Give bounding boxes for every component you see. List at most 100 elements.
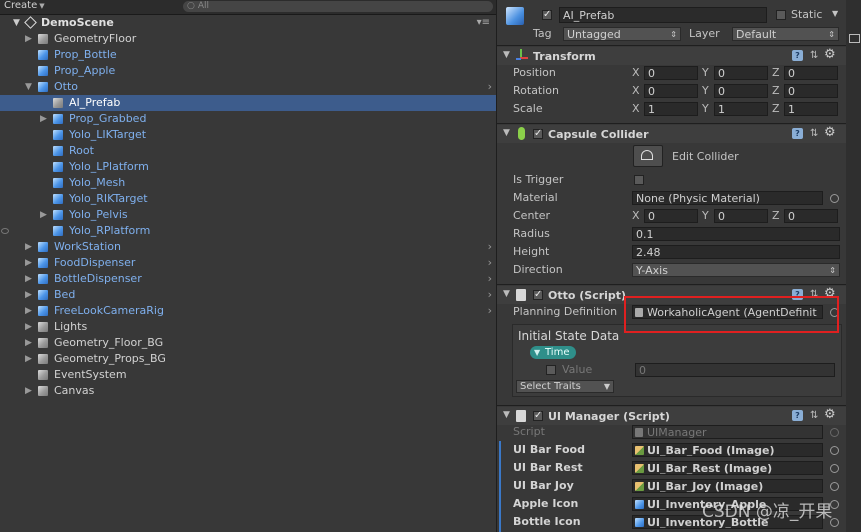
collapsed-arrow-icon[interactable]: ▶	[25, 335, 32, 351]
collapsed-arrow-icon[interactable]: ▶	[40, 111, 47, 127]
ui-object-field[interactable]: UI_Bar_Food (Image)	[632, 443, 823, 457]
gear-icon[interactable]: ⚙	[824, 48, 836, 61]
center-x-field[interactable]: 0	[644, 209, 698, 223]
tree-row[interactable]: Yolo_Mesh	[0, 175, 496, 191]
ui-manager-enabled-checkbox[interactable]: ✓	[533, 411, 543, 421]
collapsed-arrow-icon[interactable]: ▶	[40, 207, 47, 223]
panel-toggle-icon[interactable]	[849, 34, 860, 43]
fold-arrow-icon[interactable]: ▼	[503, 289, 510, 299]
tree-row[interactable]: ▶ Geometry_Floor_BG	[0, 335, 496, 351]
direction-dropdown[interactable]: Y-Axis ⇕	[632, 263, 840, 277]
fold-arrow-icon[interactable]: ▼	[503, 128, 510, 138]
collapsed-arrow-icon[interactable]: ▶	[25, 351, 32, 367]
open-prefab-chevron-icon[interactable]: ›	[488, 239, 492, 255]
expanded-arrow-icon[interactable]: ▼	[25, 79, 32, 95]
open-prefab-chevron-icon[interactable]: ›	[488, 79, 492, 95]
help-icon[interactable]: ?	[792, 128, 803, 139]
fold-arrow-icon[interactable]: ▼	[503, 410, 510, 420]
transform-header[interactable]: ▼ Transform ? ⇅ ⚙	[497, 47, 846, 65]
gear-icon[interactable]: ⚙	[824, 408, 836, 421]
scene-fold-arrow-icon[interactable]: ▼	[13, 15, 20, 31]
open-prefab-chevron-icon[interactable]: ›	[488, 271, 492, 287]
ui-object-field[interactable]: UI_Bar_Rest (Image)	[632, 461, 823, 475]
tag-dropdown[interactable]: Untagged ⇕	[563, 27, 681, 41]
is-trigger-checkbox[interactable]	[634, 175, 644, 185]
tree-row[interactable]: Yolo_RPlatform	[0, 223, 496, 239]
tree-row[interactable]: ▶ Prop_Grabbed	[0, 111, 496, 127]
radius-field[interactable]: 0.1	[632, 227, 840, 241]
position-x-field[interactable]: 0	[644, 66, 698, 80]
rotation-x-field[interactable]: 0	[644, 84, 698, 98]
planning-definition-field[interactable]: WorkaholicAgent (AgentDefinit	[632, 305, 823, 319]
visibility-eye-icon[interactable]	[1, 228, 9, 234]
collapsed-arrow-icon[interactable]: ▶	[25, 319, 32, 335]
ui-object-field[interactable]: UI_Bar_Joy (Image)	[632, 479, 823, 493]
gear-icon[interactable]: ⚙	[824, 126, 836, 139]
tree-row[interactable]: ▶ Lights	[0, 319, 496, 335]
scene-menu-icon[interactable]: ▾≡	[477, 15, 490, 31]
active-checkbox[interactable]: ✓	[542, 10, 552, 20]
help-icon[interactable]: ?	[792, 410, 803, 421]
preset-icon[interactable]: ⇅	[810, 410, 818, 421]
collapsed-arrow-icon[interactable]: ▶	[25, 287, 32, 303]
tree-row[interactable]: ▶ FreeLookCameraRig ›	[0, 303, 496, 319]
hierarchy-search-input[interactable]: ○ All	[183, 1, 493, 12]
collapsed-arrow-icon[interactable]: ▶	[25, 31, 32, 47]
object-picker-icon[interactable]	[830, 464, 839, 473]
object-picker-icon[interactable]	[830, 308, 839, 317]
preset-icon[interactable]: ⇅	[810, 128, 818, 139]
tree-row[interactable]: Prop_Apple	[0, 63, 496, 79]
help-icon[interactable]: ?	[792, 50, 803, 61]
material-field[interactable]: None (Physic Material)	[632, 191, 823, 205]
select-traits-dropdown[interactable]: Select Traits ▼	[516, 380, 614, 393]
tree-row[interactable]: AI_Prefab	[0, 95, 496, 111]
collapsed-arrow-icon[interactable]: ▶	[25, 239, 32, 255]
tree-row[interactable]: Prop_Bottle	[0, 47, 496, 63]
ui-manager-header[interactable]: ▼ ✓ UI Manager (Script) ? ⇅ ⚙	[497, 407, 846, 425]
collapsed-arrow-icon[interactable]: ▶	[25, 303, 32, 319]
open-prefab-chevron-icon[interactable]: ›	[488, 287, 492, 303]
rotation-z-field[interactable]: 0	[784, 84, 838, 98]
create-dropdown[interactable]: Create ▼	[4, 0, 45, 11]
tree-row[interactable]: ▶ BottleDispenser ›	[0, 271, 496, 287]
preset-icon[interactable]: ⇅	[810, 50, 818, 61]
gear-icon[interactable]: ⚙	[824, 287, 836, 300]
height-field[interactable]: 2.48	[632, 245, 840, 259]
static-dropdown-arrow-icon[interactable]: ▼	[832, 9, 838, 18]
tree-row[interactable]: ▶ Bed ›	[0, 287, 496, 303]
scene-root-row[interactable]: ▼ DemoScene ▾≡	[0, 15, 496, 31]
scale-x-field[interactable]: 1	[644, 102, 698, 116]
layer-dropdown[interactable]: Default ⇕	[732, 27, 839, 41]
otto-script-header[interactable]: ▼ ✓ Otto (Script) ? ⇅ ⚙	[497, 286, 846, 304]
collapsed-arrow-icon[interactable]: ▶	[25, 271, 32, 287]
position-z-field[interactable]: 0	[784, 66, 838, 80]
tree-row[interactable]: Yolo_LPlatform	[0, 159, 496, 175]
tree-row[interactable]: ▶ WorkStation ›	[0, 239, 496, 255]
preset-icon[interactable]: ⇅	[810, 289, 818, 300]
tree-row[interactable]: ▶ GeometryFloor	[0, 31, 496, 47]
capsule-enabled-checkbox[interactable]: ✓	[533, 129, 543, 139]
center-z-field[interactable]: 0	[784, 209, 838, 223]
object-name-field[interactable]: AI_Prefab	[559, 7, 767, 23]
tree-row[interactable]: ▶ FoodDispenser ›	[0, 255, 496, 271]
center-y-field[interactable]: 0	[714, 209, 768, 223]
rotation-y-field[interactable]: 0	[714, 84, 768, 98]
open-prefab-chevron-icon[interactable]: ›	[488, 303, 492, 319]
object-picker-icon[interactable]	[830, 446, 839, 455]
object-picker-icon[interactable]	[830, 194, 839, 203]
value-field[interactable]: 0	[635, 363, 835, 377]
tree-row[interactable]: EventSystem	[0, 367, 496, 383]
capsule-collider-header[interactable]: ▼ ✓ Capsule Collider ? ⇅ ⚙	[497, 125, 846, 143]
value-checkbox[interactable]	[546, 365, 556, 375]
collapsed-arrow-icon[interactable]: ▶	[25, 383, 32, 399]
tree-row[interactable]: ▶ Geometry_Props_BG	[0, 351, 496, 367]
help-icon[interactable]: ?	[792, 289, 803, 300]
scale-z-field[interactable]: 1	[784, 102, 838, 116]
collapsed-arrow-icon[interactable]: ▶	[25, 255, 32, 271]
object-picker-icon[interactable]	[830, 482, 839, 491]
tree-row[interactable]: Yolo_RIKTarget	[0, 191, 496, 207]
time-trait-pill[interactable]: ▼ Time	[530, 346, 576, 359]
open-prefab-chevron-icon[interactable]: ›	[488, 255, 492, 271]
scale-y-field[interactable]: 1	[714, 102, 768, 116]
tree-row[interactable]: Yolo_LIKTarget	[0, 127, 496, 143]
